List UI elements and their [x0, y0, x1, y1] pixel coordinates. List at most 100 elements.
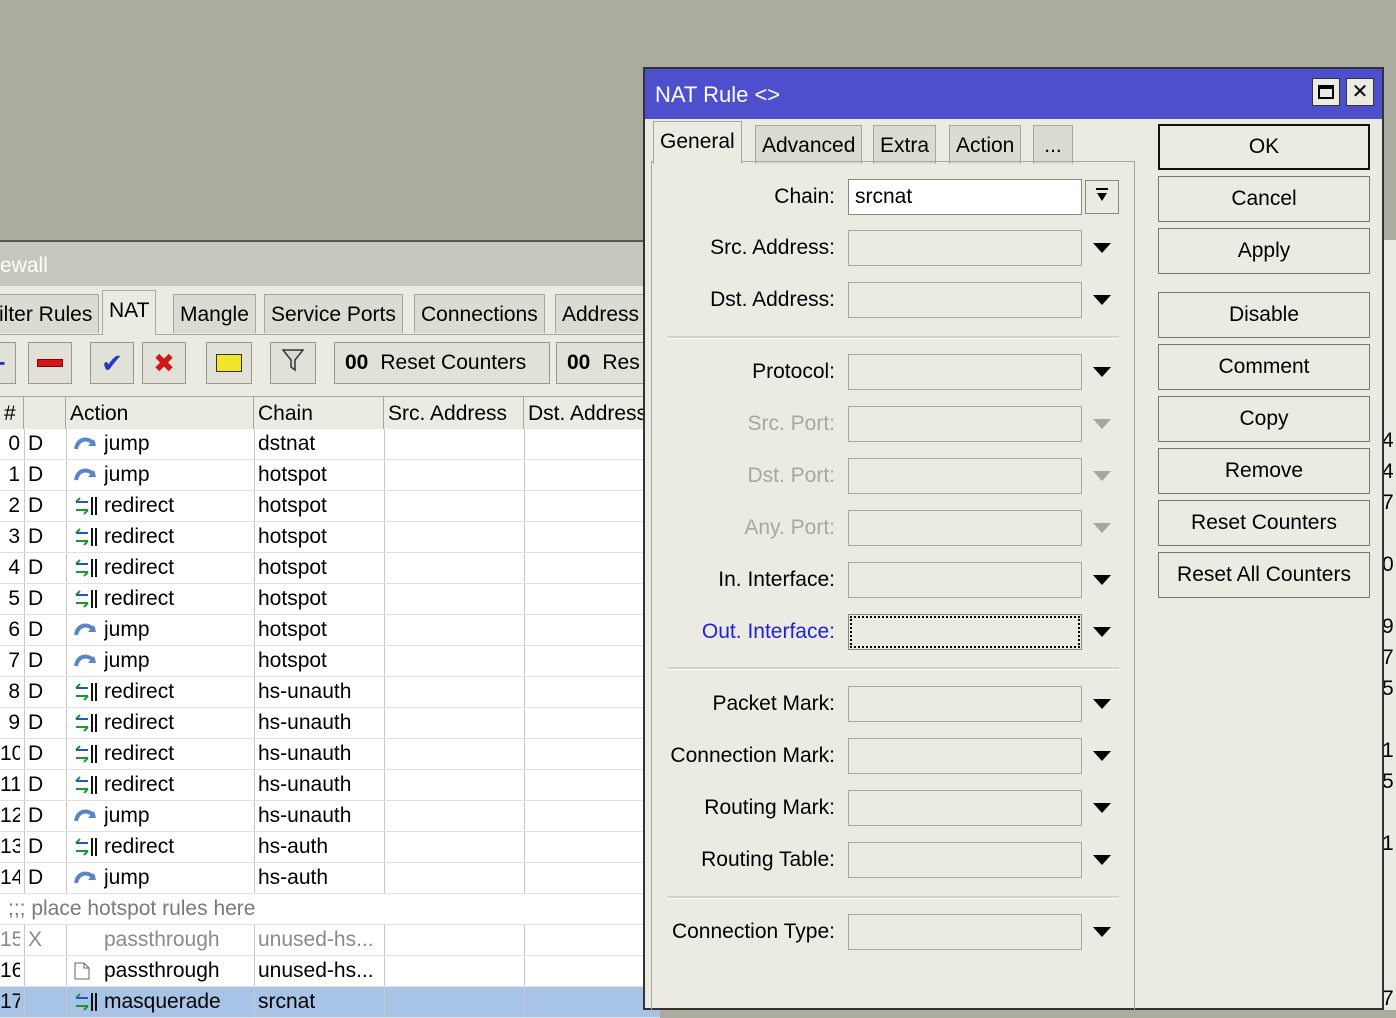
- protocol-input[interactable]: [848, 354, 1082, 390]
- rule-action: jump: [104, 649, 150, 672]
- dst-port-input[interactable]: [848, 458, 1082, 494]
- rule-number: 10: [0, 742, 20, 765]
- column-divider: [524, 429, 525, 459]
- src-port-dropdown-arrow-icon[interactable]: [1093, 418, 1111, 430]
- column-header-action[interactable]: Action: [66, 397, 254, 429]
- comment-button[interactable]: Comment: [1158, 344, 1370, 390]
- tab-more[interactable]: ...: [1033, 125, 1073, 164]
- column-divider: [66, 987, 67, 1017]
- rule-action: jump: [104, 432, 150, 455]
- column-divider: [66, 770, 67, 800]
- column-divider: [66, 863, 67, 893]
- table-row[interactable]: 7 Djump hotspot: [0, 646, 660, 677]
- add-button[interactable]: +: [0, 342, 16, 384]
- close-button[interactable]: ✕: [1346, 78, 1374, 106]
- tab-mangle[interactable]: Mangle: [173, 294, 256, 333]
- rule-action: redirect: [104, 773, 175, 796]
- chain-input[interactable]: srcnat: [848, 179, 1082, 215]
- src-port-input[interactable]: [848, 406, 1082, 442]
- rule-flag: D: [28, 587, 44, 610]
- column-divider: [24, 615, 25, 645]
- reset-counters-button[interactable]: 00 Reset Counters: [334, 342, 550, 384]
- reset-counters-button[interactable]: Reset Counters: [1158, 500, 1370, 546]
- dst-address-dropdown-arrow-icon[interactable]: [1093, 294, 1111, 306]
- src-address-dropdown-arrow-icon[interactable]: [1093, 242, 1111, 254]
- connection-mark-input[interactable]: [848, 738, 1082, 774]
- tab-extra[interactable]: Extra: [873, 125, 937, 164]
- rule-action: passthrough: [104, 928, 220, 951]
- maximize-button[interactable]: [1312, 78, 1340, 106]
- column-divider: [524, 553, 525, 583]
- dst-port-dropdown-arrow-icon[interactable]: [1093, 470, 1111, 482]
- column-divider: [254, 987, 255, 1017]
- disable-button[interactable]: Disable: [1158, 292, 1370, 338]
- out-interface-dropdown-arrow-icon[interactable]: [1093, 626, 1111, 638]
- tab-nat[interactable]: NAT: [102, 290, 157, 335]
- column-divider: [384, 491, 385, 521]
- tab-action[interactable]: Action: [949, 125, 1022, 164]
- rule-flag: D: [28, 649, 44, 672]
- tab-advanced[interactable]: Advanced: [755, 125, 863, 164]
- table-row[interactable]: 16 passthrough unused-hs...: [0, 956, 660, 987]
- checkmark-icon: ✔: [101, 347, 123, 378]
- comment-button[interactable]: [206, 342, 252, 384]
- column-divider: [24, 832, 25, 862]
- tab-filter-rules[interactable]: ilter Rules: [0, 294, 100, 333]
- column-header-src-address[interactable]: Src. Address: [384, 397, 524, 429]
- chain-dropdown-button[interactable]: [1085, 180, 1119, 214]
- ok-button[interactable]: OK: [1158, 124, 1370, 170]
- copy-button[interactable]: Copy: [1158, 396, 1370, 442]
- rule-flag: D: [28, 866, 44, 889]
- enable-button[interactable]: ✔: [90, 342, 134, 384]
- routing-table-input[interactable]: [848, 842, 1082, 878]
- connection-type-dropdown-arrow-icon[interactable]: [1093, 926, 1111, 938]
- rule-number: 1: [8, 463, 20, 486]
- column-header-chain[interactable]: Chain: [254, 397, 384, 429]
- column-divider: [24, 429, 25, 459]
- dst-address-input[interactable]: [848, 282, 1082, 318]
- protocol-dropdown-arrow-icon[interactable]: [1093, 366, 1111, 378]
- disable-button[interactable]: ✖: [142, 342, 186, 384]
- rule-action: redirect: [104, 525, 175, 548]
- column-divider: [384, 708, 385, 738]
- rule-action: redirect: [104, 587, 175, 610]
- rule-action: redirect: [104, 494, 175, 517]
- rule-chain: hotspot: [258, 525, 327, 548]
- column-header-number[interactable]: #: [0, 397, 24, 429]
- tab-general[interactable]: General: [653, 121, 742, 164]
- routing-mark-input[interactable]: [848, 790, 1082, 826]
- reset-counters-label: Reset Counters: [380, 351, 527, 374]
- remove-button[interactable]: Remove: [1158, 448, 1370, 494]
- tab-connections[interactable]: Connections: [414, 294, 545, 333]
- remove-button[interactable]: [28, 342, 72, 384]
- packet-mark-input[interactable]: [848, 686, 1082, 722]
- comment-text: ;;; place hotspot rules here: [8, 897, 256, 920]
- packet-mark-dropdown-arrow-icon[interactable]: [1093, 698, 1111, 710]
- tab-service-ports[interactable]: Service Ports: [264, 294, 403, 333]
- column-divider: [524, 987, 525, 1017]
- routing-table-dropdown-arrow-icon[interactable]: [1093, 854, 1111, 866]
- routing-table-label: Routing Table:: [701, 848, 835, 871]
- connection-type-input[interactable]: [848, 914, 1082, 950]
- column-divider: [384, 925, 385, 955]
- apply-button[interactable]: Apply: [1158, 228, 1370, 274]
- rule-chain: hotspot: [258, 556, 327, 579]
- routing-mark-dropdown-arrow-icon[interactable]: [1093, 802, 1111, 814]
- reset-all-counters-button[interactable]: Reset All Counters: [1158, 552, 1370, 598]
- src-address-input[interactable]: [848, 230, 1082, 266]
- column-divider: [524, 863, 525, 893]
- in-interface-input[interactable]: [848, 562, 1082, 598]
- out-interface-input[interactable]: [848, 614, 1082, 650]
- table-row[interactable]: 17 masquerade srcnat: [0, 987, 660, 1018]
- connection-mark-dropdown-arrow-icon[interactable]: [1093, 750, 1111, 762]
- cancel-button[interactable]: Cancel: [1158, 176, 1370, 222]
- column-divider: [524, 522, 525, 552]
- any-port-input[interactable]: [848, 510, 1082, 546]
- in-interface-dropdown-arrow-icon[interactable]: [1093, 574, 1111, 586]
- filter-button[interactable]: [270, 342, 316, 384]
- column-divider: [384, 832, 385, 862]
- any-port-dropdown-arrow-icon[interactable]: [1093, 522, 1111, 534]
- column-header-flags[interactable]: [24, 397, 66, 429]
- routing-mark-label: Routing Mark:: [704, 796, 835, 819]
- column-divider: [254, 801, 255, 831]
